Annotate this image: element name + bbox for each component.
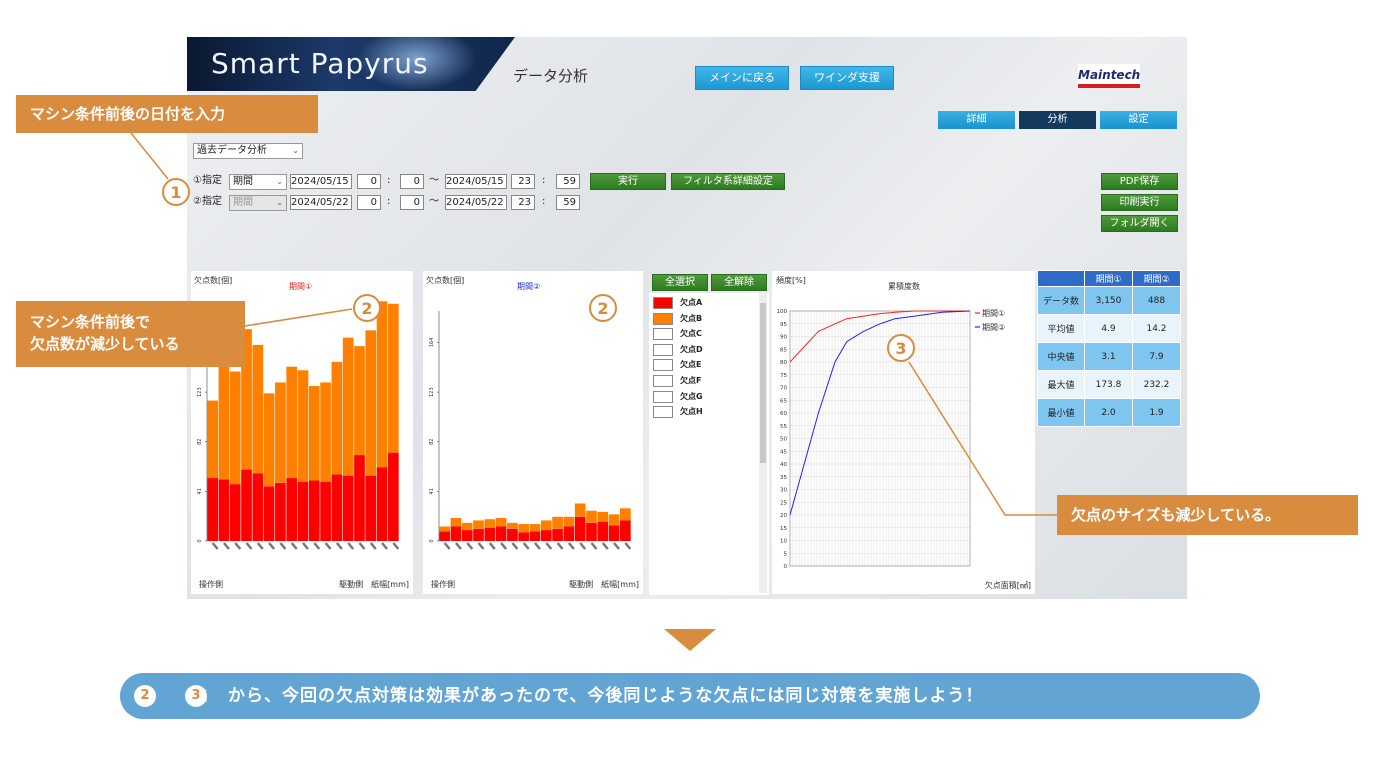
number-badge-2b: 2 — [589, 294, 617, 322]
callout-defect-count: マシン条件前後で 欠点数が減少している — [16, 301, 245, 367]
conclusion-badge-2: 2 — [134, 685, 156, 707]
number-badge-2a: 2 — [353, 294, 381, 322]
callout-defect-count-line2: 欠点数が減少している — [30, 335, 180, 353]
conclusion-text: と から、今回の欠点対策は効果があったので、今後同じような欠点には同じ対策を実施… — [192, 686, 984, 706]
callout-defect-count-line1: マシン条件前後で — [30, 313, 151, 331]
leader-line-3 — [908, 361, 1057, 516]
conclusion-banner: と から、今回の欠点対策は効果があったので、今後同じような欠点には同じ対策を実施… — [120, 673, 1260, 719]
conclusion-badge-3: 3 — [185, 685, 207, 707]
callout-date-input: マシン条件前後の日付を入力 — [16, 95, 318, 133]
callout-defect-size: 欠点のサイズも減少している。 — [1057, 495, 1358, 535]
number-badge-1: 1 — [162, 178, 190, 206]
down-arrow-icon — [664, 629, 716, 651]
number-badge-3: 3 — [887, 334, 915, 362]
leader-line-2 — [244, 308, 353, 327]
leader-line-1 — [130, 132, 169, 180]
